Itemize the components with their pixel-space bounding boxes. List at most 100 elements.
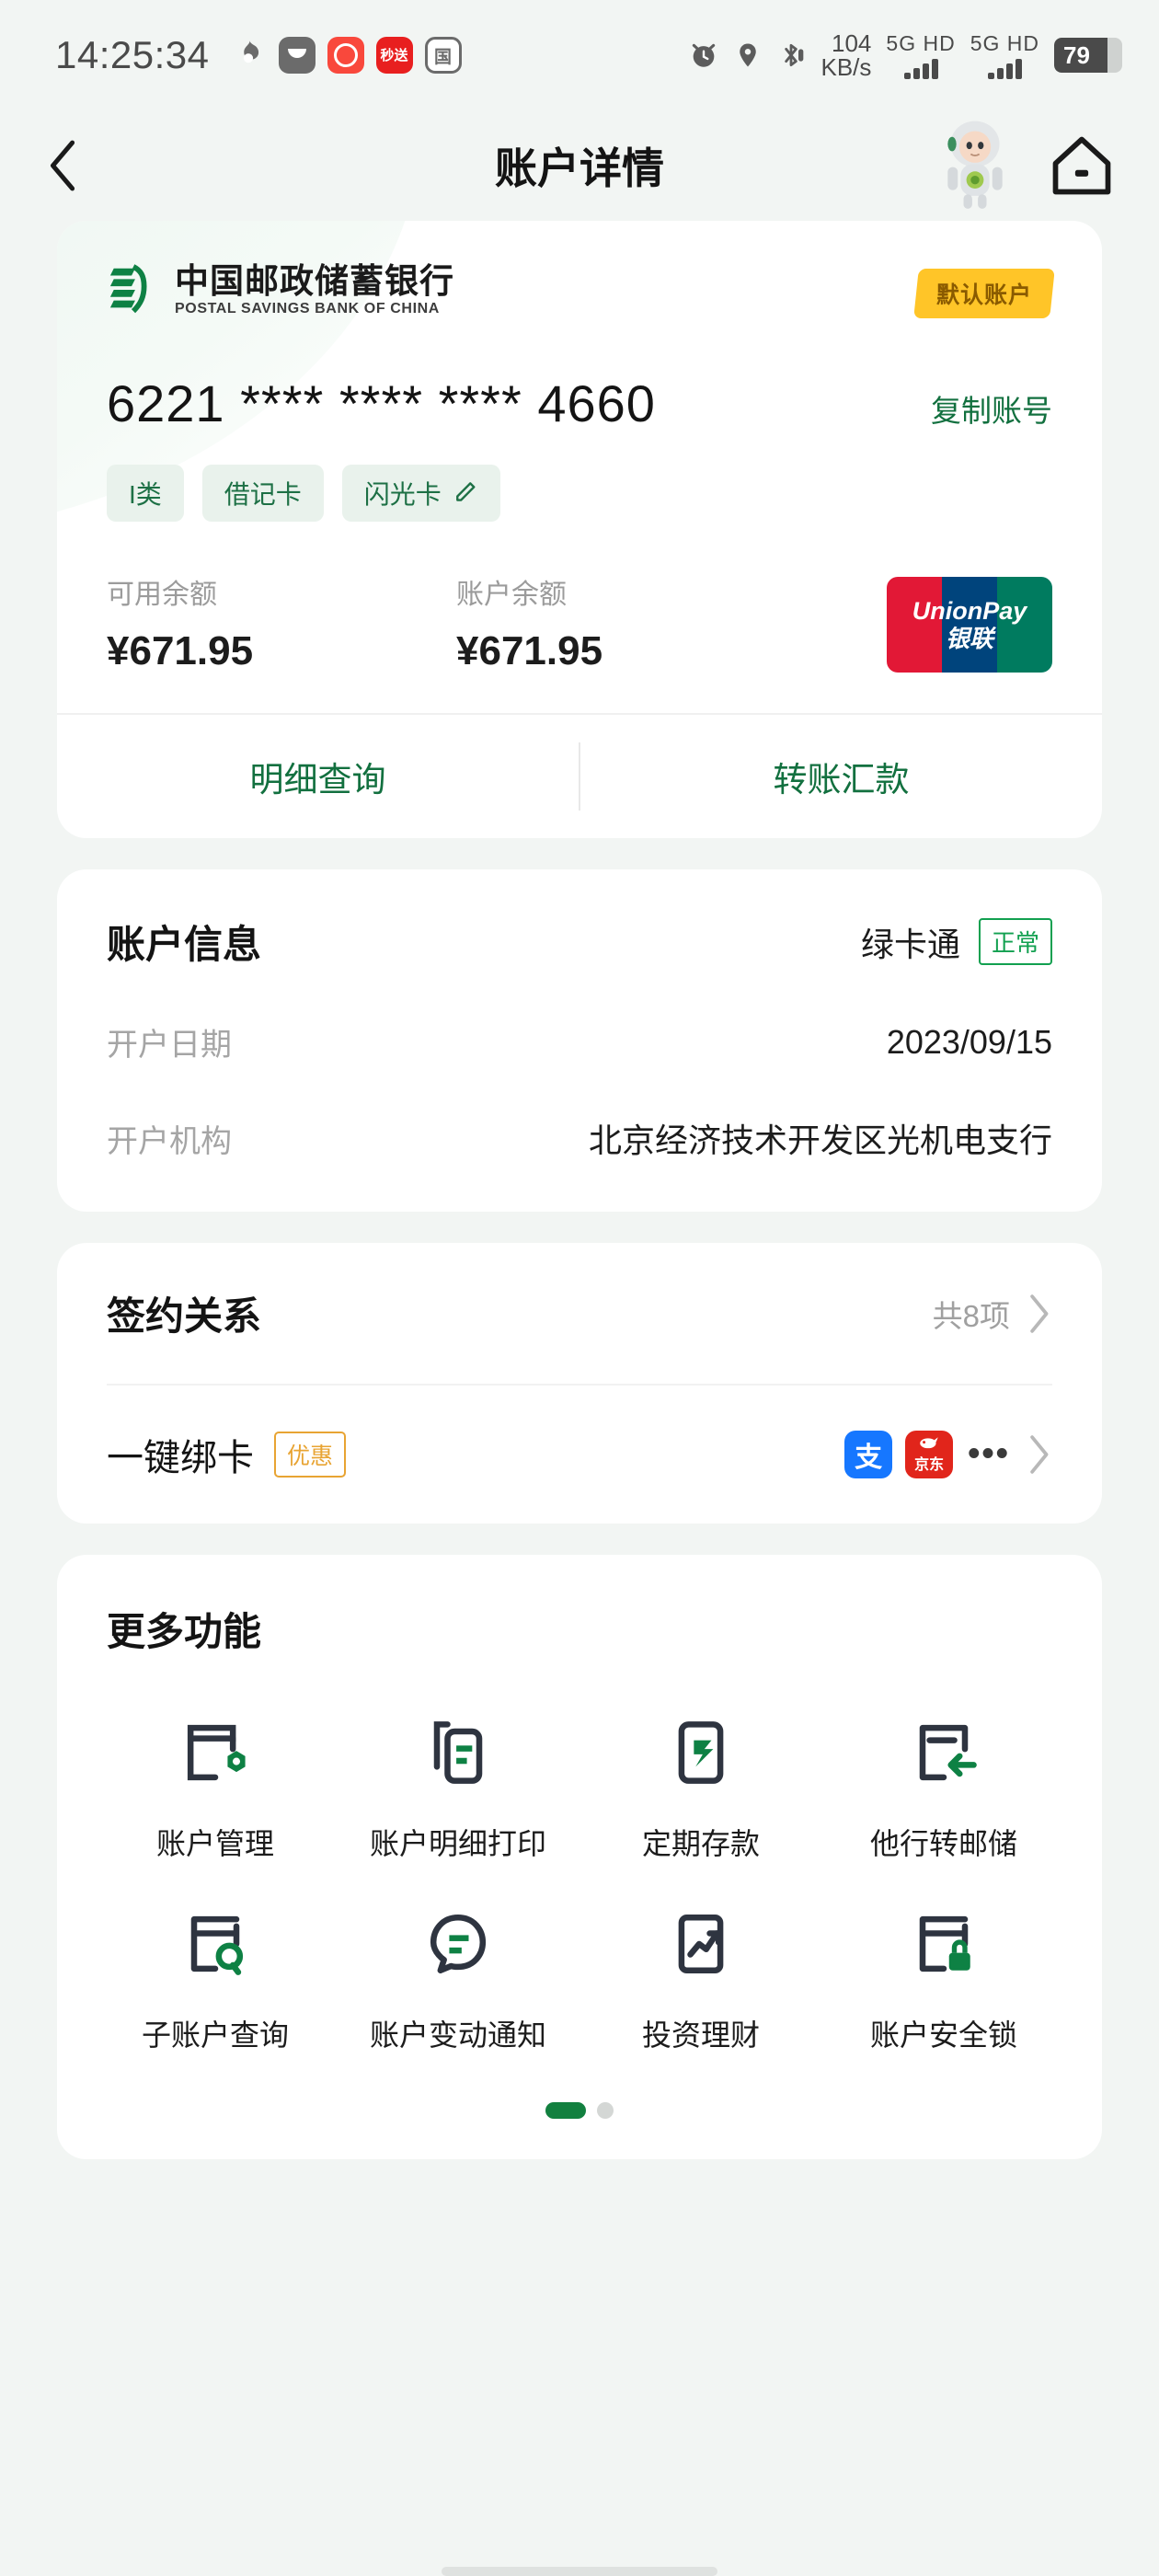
account-info-header: 账户信息 绿卡通 正常 [107,914,1052,970]
bind-partner-icons: 支 京东 [844,1431,954,1478]
alarm-icon [688,40,719,71]
unionpay-label-en: UnionPay [912,597,1027,625]
account-card-body: 中国邮政储蓄银行 POSTAL SAVINGS BANK OF CHINA 默认… [57,221,1102,713]
chevron-right-icon [1030,1294,1049,1333]
function-sub-account-query[interactable]: 子账户查询 [94,1900,337,2054]
status-time: 14:25:34 [55,33,210,76]
nav-header: 账户详情 [0,110,1159,221]
sign-relations-card: 签约关系 共8项 一键绑卡 优惠 支 京东 ••• [57,1243,1102,1524]
nav-right-actions [931,120,1117,212]
card-search-icon [171,1900,259,1988]
jd-glyph: 京东 [914,1457,945,1473]
account-balance: 账户余额 ¥671.95 [456,571,806,674]
account-card: 中国邮政储蓄银行 POSTAL SAVINGS BANK OF CHINA 默认… [57,221,1102,838]
sim1-bars-icon [903,59,938,79]
function-statement-print[interactable]: 账户明细打印 [337,1708,580,1863]
battery-indicator: 79 [1054,38,1122,73]
tag-card-nickname[interactable]: 闪光卡 [341,465,500,522]
miaosong-label: 秒送 [380,47,408,63]
function-label: 投资理财 [641,2018,760,2052]
function-investment[interactable]: 投资理财 [580,1900,822,2054]
more-functions-grid: 账户管理 账户明细打印 定期存款 他行转邮储 子账户查询 账户变动通知 投资理财… [94,1708,1065,2054]
sim2-signal: 5G HD [970,31,1039,79]
flame-icon [230,37,267,74]
more-functions-card: 更多功能 账户管理 账户明细打印 定期存款 他行转邮储 子账户查询 账户变动通知… [57,1555,1102,2159]
one-key-bind-left: 一键绑卡 优惠 [107,1428,347,1481]
more-functions-title: 更多功能 [107,1610,262,1653]
bluetooth-icon [776,39,806,72]
location-icon [734,40,762,71]
more-partners-icon[interactable]: ••• [968,1436,1010,1471]
bank-name-en: POSTAL SAVINGS BANK OF CHINA [175,300,440,316]
sim2-bars-icon [987,59,1022,79]
branch-label: 开户机构 [107,1123,232,1159]
function-security-lock[interactable]: 账户安全锁 [822,1900,1065,2054]
info-row-branch: 开户机构 北京经济技术开发区光机电支行 [107,1114,1052,1162]
copy-account-button[interactable]: 复制账号 [931,386,1052,431]
one-key-bind-title: 一键绑卡 [107,1438,254,1478]
chevron-left-icon [51,140,75,191]
card-number-row: 6221 **** **** **** 4660 复制账号 [107,374,1052,433]
function-label: 他行转邮储 [869,1827,1017,1860]
alipay-icon: 支 [844,1431,893,1478]
bank-name-cn: 中国邮政储蓄银行 [175,261,454,300]
one-key-bind-row[interactable]: 一键绑卡 优惠 支 京东 ••• [107,1384,1052,1524]
alipay-glyph: 支 [855,1443,883,1473]
tag-account-class-label: I类 [129,480,162,509]
sim1-signal: 5G HD [886,31,955,79]
chart-trend-icon [657,1900,745,1988]
bank-logo: 中国邮政储蓄银行 POSTAL SAVINGS BANK OF CHINA [107,261,454,318]
network-speed-value: 104 [832,29,872,57]
transfer-button[interactable]: 转账汇款 [580,715,1102,838]
more-functions-pager[interactable] [94,2102,1065,2119]
card-number: 6221 **** **** **** 4660 [107,374,656,432]
account-actions: 明细查询 转账汇款 [57,713,1102,838]
unionpay-label-cn: 银联 [945,625,993,652]
function-inbound-transfer[interactable]: 他行转邮储 [822,1708,1065,1863]
sign-relations-right: 共8项 [933,1292,1052,1336]
tag-account-class: I类 [107,465,184,522]
tag-card-nickname-label: 闪光卡 [363,480,442,509]
tag-card-kind: 借记卡 [201,465,324,522]
sim1-label: 5G HD [886,31,956,55]
guo-icon: 国 [424,37,462,74]
one-key-bind-right: 支 京东 ••• [844,1431,1052,1478]
jd-icon: 京东 [905,1431,954,1478]
battery-level: 79 [1063,40,1090,69]
document-print-icon [414,1708,502,1797]
card-settings-icon [171,1708,259,1797]
network-speed: 104 KB/s [820,31,871,79]
notification-bubble-icon [414,1900,502,1988]
home-button[interactable] [1047,131,1117,201]
default-account-badge-label: 默认账户 [935,282,1032,308]
function-change-notification[interactable]: 账户变动通知 [337,1900,580,2054]
robot-mascot-avatar[interactable] [931,120,1019,212]
status-bar-right: 104 KB/s 5G HD 5G HD 79 [688,31,1122,79]
function-label: 子账户查询 [141,2018,289,2052]
pencil-edit-icon[interactable] [451,479,478,507]
account-info-status: 绿卡通 正常 [861,918,1052,966]
page-dot[interactable] [597,2102,614,2119]
card-tags: I类 借记卡 闪光卡 [107,465,1052,522]
default-account-badge: 默认账户 [913,269,1055,318]
function-account-management[interactable]: 账户管理 [94,1708,337,1863]
open-date-label: 开户日期 [107,1028,232,1063]
account-balance-value: ¥671.95 [456,628,603,673]
function-label: 账户明细打印 [369,1827,546,1860]
page-dot-active[interactable] [545,2102,586,2119]
network-speed-unit: KB/s [820,53,872,81]
card-inbound-icon [900,1708,988,1797]
account-balance-label: 账户余额 [456,580,567,610]
promo-badge: 优惠 [274,1432,347,1478]
back-button[interactable] [42,133,107,198]
detail-query-button[interactable]: 明细查询 [57,715,579,838]
available-balance-value: ¥671.95 [107,628,254,673]
open-date-value: 2023/09/15 [886,1022,1052,1061]
account-info-card: 账户信息 绿卡通 正常 开户日期 2023/09/15 开户机构 北京经济技术开… [57,869,1102,1212]
bank-logo-row: 中国邮政储蓄银行 POSTAL SAVINGS BANK OF CHINA 默认… [107,261,1055,318]
status-bar-left: 14:25:34 秒送 国 [55,33,462,77]
account-info-title: 账户信息 [107,923,262,966]
function-time-deposit[interactable]: 定期存款 [580,1708,822,1863]
sign-relations-row[interactable]: 签约关系 共8项 [107,1243,1052,1384]
info-row-open-date: 开户日期 2023/09/15 [107,1019,1052,1064]
